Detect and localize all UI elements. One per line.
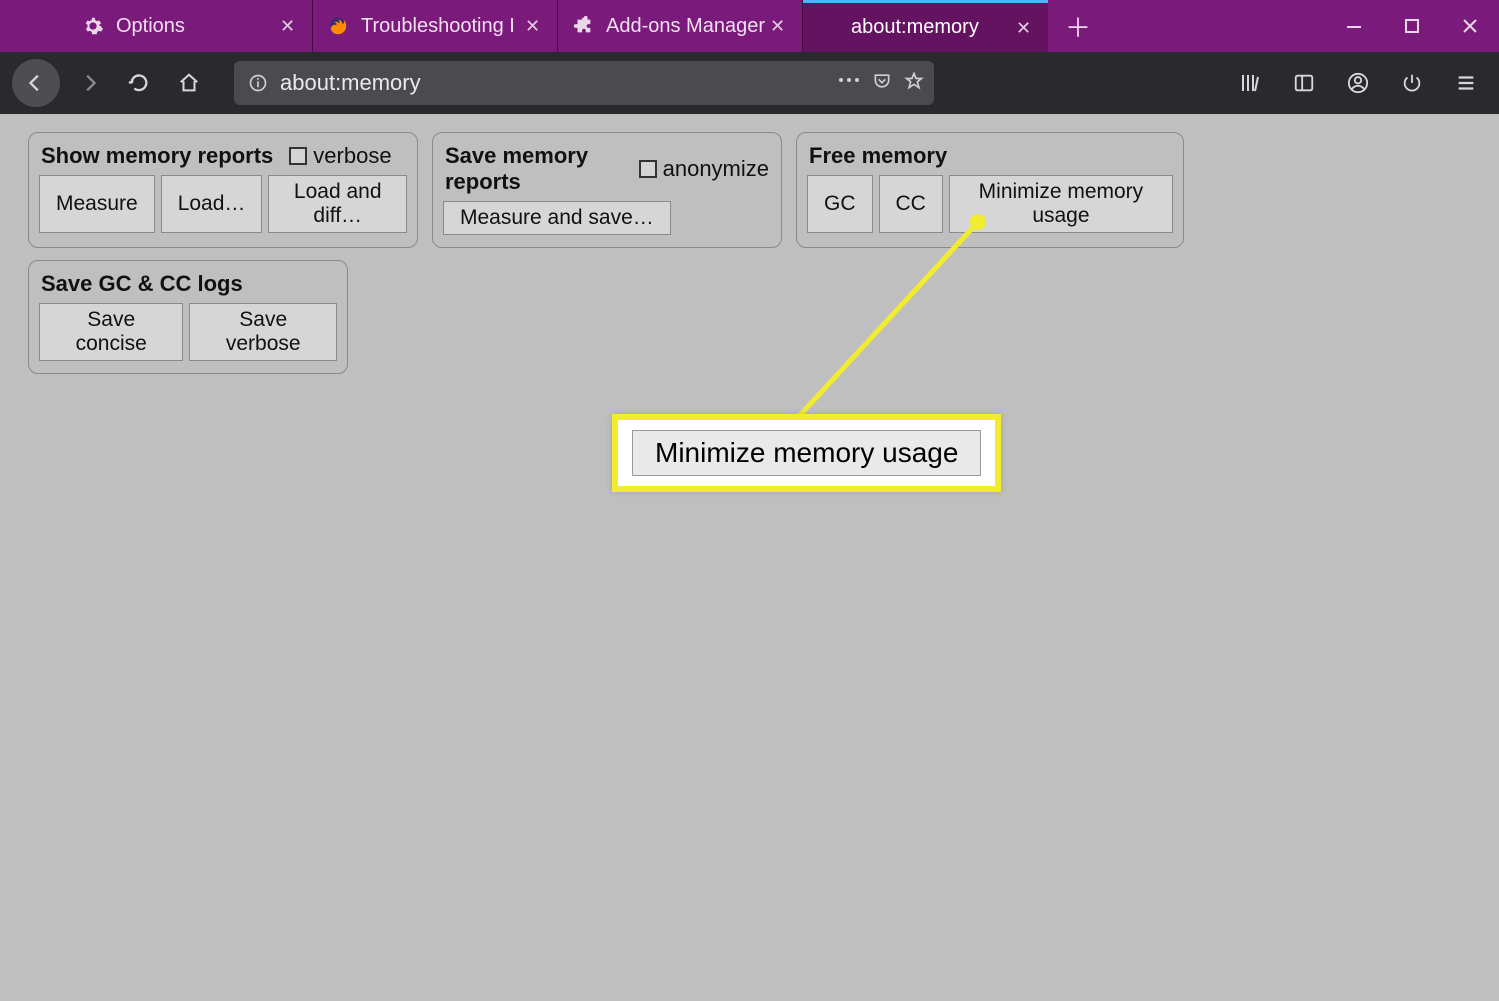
tab-bar: Options ✕ Troubleshooting I ✕ Add-ons Ma… [0,0,1499,52]
tab-label: about:memory [851,16,1016,39]
tab-addons[interactable]: Add-ons Manager ✕ [558,0,803,52]
toolbar-right [1229,62,1487,104]
save-concise-button[interactable]: Save concise [39,303,183,361]
panel-title: Save GC & CC logs [41,271,243,297]
account-icon[interactable] [1337,62,1379,104]
panel-row-1: Show memory reports verbose Measure Load… [28,132,1471,248]
firefox-icon [327,15,349,37]
anonymize-checkbox[interactable]: anonymize [639,156,769,182]
power-icon[interactable] [1391,62,1433,104]
close-icon[interactable]: ✕ [280,17,298,35]
identity-info-icon[interactable] [244,73,272,93]
home-button[interactable] [168,62,210,104]
url-bar[interactable]: about:memory [234,61,934,105]
callout-minimize-button[interactable]: Minimize memory usage [632,430,981,476]
measure-button[interactable]: Measure [39,175,155,233]
close-window-button[interactable] [1441,0,1499,52]
forward-button[interactable] [68,62,110,104]
load-diff-button[interactable]: Load and diff… [268,175,407,233]
tabs: Options ✕ Troubleshooting I ✕ Add-ons Ma… [68,0,1048,52]
callout-highlight: Minimize memory usage [612,414,1001,492]
save-memory-panel: Save memory reports anonymize Measure an… [432,132,782,248]
menu-icon[interactable] [1445,62,1487,104]
tab-troubleshooting[interactable]: Troubleshooting I ✕ [313,0,558,52]
save-verbose-button[interactable]: Save verbose [189,303,337,361]
free-memory-panel: Free memory GC CC Minimize memory usage [796,132,1184,248]
save-logs-panel: Save GC & CC logs Save concise Save verb… [28,260,348,374]
tab-about-memory[interactable]: about:memory ✕ [803,0,1048,52]
nav-toolbar: about:memory [0,52,1499,114]
tab-label: Options [116,15,280,38]
url-text: about:memory [272,70,838,96]
library-icon[interactable] [1229,62,1271,104]
new-tab-button[interactable]: ＋ [1048,0,1108,52]
reload-button[interactable] [118,62,160,104]
verbose-checkbox-input[interactable] [289,147,307,165]
sidebar-icon[interactable] [1283,62,1325,104]
puzzle-icon [572,15,594,37]
panel-title: Free memory [809,143,947,169]
pocket-icon[interactable] [872,71,892,96]
page-action-icon[interactable] [838,71,860,96]
gc-button[interactable]: GC [807,175,873,233]
url-right-group [838,71,924,96]
measure-save-button[interactable]: Measure and save… [443,201,671,235]
minimize-memory-button[interactable]: Minimize memory usage [949,175,1173,233]
show-memory-panel: Show memory reports verbose Measure Load… [28,132,418,248]
cc-button[interactable]: CC [879,175,943,233]
panel-row-2: Save GC & CC logs Save concise Save verb… [28,260,1471,374]
gear-icon [82,15,104,37]
bookmark-star-icon[interactable] [904,71,924,96]
close-icon[interactable]: ✕ [1016,19,1034,37]
tab-label: Troubleshooting I [361,15,525,38]
load-button[interactable]: Load… [161,175,263,233]
back-button[interactable] [12,59,60,107]
tab-options[interactable]: Options ✕ [68,0,313,52]
tab-label: Add-ons Manager [606,15,770,38]
panel-title: Show memory reports [41,143,273,169]
close-icon[interactable]: ✕ [770,17,788,35]
titlebar-spacer [0,0,68,52]
verbose-checkbox[interactable]: verbose [289,143,391,169]
anonymize-checkbox-input[interactable] [639,160,657,178]
blank-tab-icon [817,17,839,39]
minimize-window-button[interactable] [1325,0,1383,52]
panel-title: Save memory reports [445,143,623,195]
maximize-window-button[interactable] [1383,0,1441,52]
checkbox-label: anonymize [663,156,769,182]
window-controls [1325,0,1499,52]
checkbox-label: verbose [313,143,391,169]
close-icon[interactable]: ✕ [525,17,543,35]
page-content: Show memory reports verbose Measure Load… [0,114,1499,392]
